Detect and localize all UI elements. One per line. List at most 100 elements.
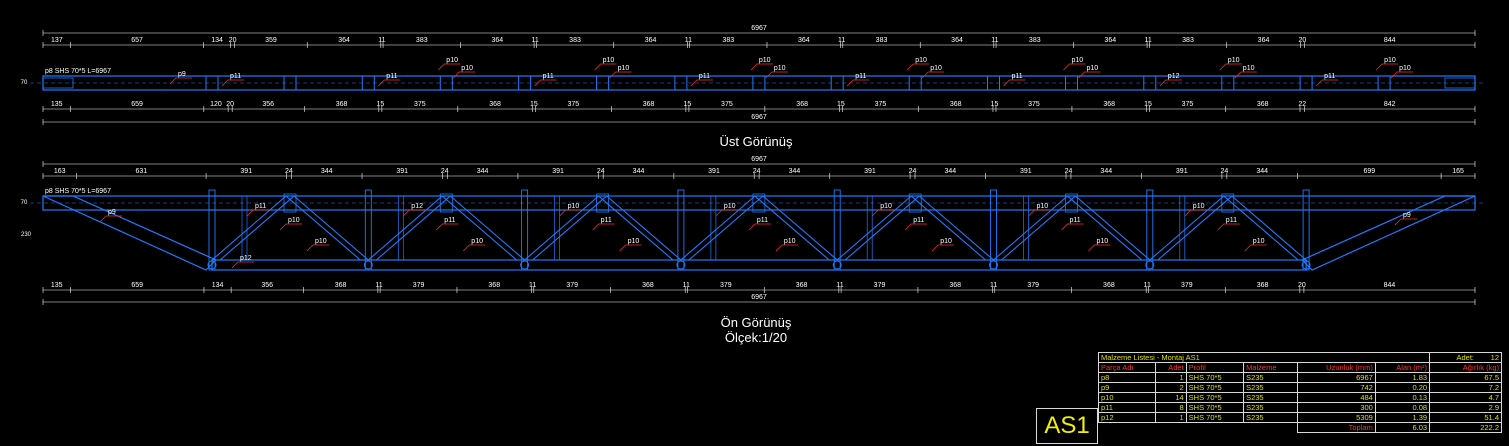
front-part-mark: p12 bbox=[240, 255, 252, 262]
bom-cell: 300 bbox=[1296, 402, 1376, 413]
top-lower-dims-label: 368 bbox=[796, 101, 808, 108]
front-lower-dims-label: 368 bbox=[642, 282, 654, 289]
top-lower-dims-label: 15 bbox=[837, 101, 845, 108]
bom-col-header: Parça Adı bbox=[1098, 362, 1156, 373]
bom-cell: p12 bbox=[1098, 412, 1156, 423]
bom-col-header: Uzunluk (mm) bbox=[1296, 362, 1376, 373]
top-upper-dims-label: 20 bbox=[229, 37, 237, 44]
top-overall-dim-bottom-label: 6967 bbox=[751, 114, 767, 121]
top-part-mark-leader bbox=[750, 63, 773, 71]
top-view: 6967 137 657 134 20 359 364 11 383 364 11 383 364 11 3… bbox=[21, 25, 1485, 125]
top-upper-dims-label: 11 bbox=[685, 37, 692, 44]
bom-total-area: 6.03 bbox=[1374, 422, 1431, 433]
top-part-mark: p11 bbox=[699, 73, 710, 80]
bom-row: p12 1 SHS 70*5 S235 5309 1.39 51.4 bbox=[1098, 412, 1502, 423]
front-upper-dims-label: 344 bbox=[1100, 168, 1112, 175]
top-part-mark-leader bbox=[921, 71, 945, 79]
bom-count: Adet: 12 bbox=[1429, 352, 1502, 363]
top-part-mark: p10 bbox=[1243, 65, 1255, 72]
front-part-mark-leader bbox=[904, 223, 928, 231]
bom-cell: 0.13 bbox=[1374, 392, 1431, 403]
front-part-mark: p11 bbox=[255, 203, 266, 210]
top-part-mark: p10 bbox=[930, 65, 942, 72]
top-part-mark-leader bbox=[1003, 79, 1026, 87]
front-part-mark: p11 bbox=[1226, 217, 1237, 224]
bom-cell: p11 bbox=[1098, 402, 1156, 413]
front-part-mark-leader bbox=[306, 244, 329, 252]
bom-cell: 8 bbox=[1154, 402, 1187, 413]
front-diagonal bbox=[753, 195, 839, 261]
front-upper-dims-label: 165 bbox=[1452, 168, 1464, 175]
top-part-mark-leader bbox=[1375, 63, 1399, 71]
top-lower-dims-label: 375 bbox=[1028, 101, 1040, 108]
top-part-mark: p12 bbox=[1168, 73, 1180, 80]
front-lower-dims-label: 368 bbox=[949, 282, 961, 289]
front-overall-dim-label: 6967 bbox=[751, 156, 767, 163]
bom-cell: 1 bbox=[1154, 372, 1187, 383]
bom-cell: S235 bbox=[1243, 372, 1298, 383]
front-member-label: p8 SHS 70*5 L=6967 bbox=[45, 188, 111, 195]
front-upper-dims-label: 24 bbox=[1220, 168, 1228, 175]
bom-cell: 6967 bbox=[1296, 372, 1376, 383]
bom-cell: p10 bbox=[1098, 392, 1156, 403]
bom-row: p8 1 SHS 70*5 S235 6967 1.83 67.5 bbox=[1098, 372, 1502, 383]
front-lower-dims-label: 11 bbox=[375, 282, 382, 289]
front-lower-dims-label: 11 bbox=[836, 282, 843, 289]
front-upper-dims-label: 24 bbox=[441, 168, 449, 175]
material-list-table: Malzeme Listesi - Montaj AS1 Adet: 12 Pa… bbox=[1097, 352, 1502, 433]
top-part-mark-leader bbox=[453, 71, 476, 79]
front-part-mark-leader bbox=[775, 244, 798, 252]
top-upper-dims-label: 364 bbox=[491, 37, 503, 44]
front-part-mark-leader bbox=[619, 244, 642, 252]
front-diagonal bbox=[1066, 195, 1152, 261]
top-part-mark: p10 bbox=[1384, 57, 1396, 64]
top-part-mark: p10 bbox=[1087, 65, 1099, 72]
front-post bbox=[710, 195, 717, 261]
top-upper-dims-label: 364 bbox=[645, 37, 657, 44]
front-upper-dims-label: 344 bbox=[1256, 168, 1268, 175]
front-part-mark: p10 bbox=[315, 238, 327, 245]
top-upper-dims-label: 383 bbox=[1182, 37, 1194, 44]
front-upper-dims-label: 391 bbox=[240, 168, 252, 175]
front-diagonal bbox=[909, 195, 995, 261]
top-lower-dims-label: 368 bbox=[1257, 101, 1269, 108]
bom-cell: 5309 bbox=[1296, 412, 1376, 423]
scale-label: Ölçek:1/20 bbox=[724, 330, 788, 345]
top-lower-dims-label: 15 bbox=[1144, 101, 1152, 108]
bom-cell: 1 bbox=[1154, 412, 1187, 423]
bom-cell: 14 bbox=[1154, 392, 1187, 403]
bom-cell: 0.08 bbox=[1374, 402, 1431, 413]
front-part-mark-leader bbox=[592, 223, 615, 231]
front-part-mark: p10 bbox=[1097, 238, 1109, 245]
bom-cell: 2.9 bbox=[1429, 402, 1502, 413]
top-upper-dims-label: 20 bbox=[1298, 37, 1306, 44]
top-lower-dims-label: 375 bbox=[568, 101, 580, 108]
front-lower-dims-label: 368 bbox=[335, 282, 347, 289]
front-part-mark-leader bbox=[279, 223, 302, 231]
bom-row: p11 8 SHS 70*5 S235 300 0.08 2.9 bbox=[1098, 402, 1502, 413]
bom-col-header: Alan (m²) bbox=[1374, 362, 1431, 373]
top-lower-dims-label: 356 bbox=[262, 101, 274, 108]
front-lower-dims-label: 368 bbox=[488, 282, 500, 289]
bom-cell: S235 bbox=[1243, 402, 1298, 413]
top-lower-dims-label: 375 bbox=[875, 101, 887, 108]
front-part-mark: p12 bbox=[411, 203, 423, 210]
bom-total-label: Toplam bbox=[1296, 422, 1376, 433]
top-part-mark: p10 bbox=[1072, 57, 1084, 64]
front-lower-dims-label: 20 bbox=[1298, 282, 1306, 289]
front-lower-dims-label: 379 bbox=[720, 282, 732, 289]
top-part-mark: p11 bbox=[543, 73, 554, 80]
front-lower-dims-label: 11 bbox=[529, 282, 536, 289]
top-part-mark-leader bbox=[438, 63, 461, 71]
top-part-mark-leader bbox=[1390, 71, 1414, 79]
bom-cell: 742 bbox=[1296, 382, 1376, 393]
top-part-mark: p11 bbox=[855, 73, 866, 80]
bom-cell: 4.7 bbox=[1429, 392, 1502, 403]
top-lower-dims-label: 22 bbox=[1298, 101, 1306, 108]
top-lower-dims-label: 368 bbox=[1103, 101, 1115, 108]
top-part-mark: p10 bbox=[603, 57, 615, 64]
bom-cell: 7.2 bbox=[1429, 382, 1502, 393]
top-part-mark: p11 bbox=[1012, 73, 1023, 80]
front-lower-dims-label: 356 bbox=[261, 282, 273, 289]
front-lower-dims-label: 379 bbox=[1181, 282, 1193, 289]
